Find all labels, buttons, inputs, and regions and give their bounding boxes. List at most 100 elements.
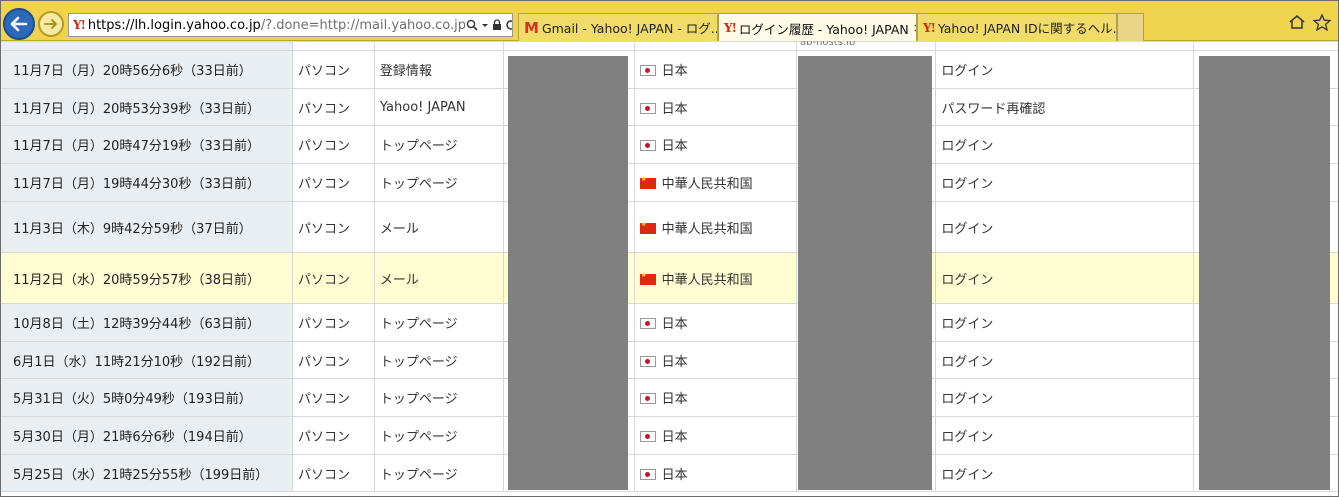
country: 日本: [633, 303, 797, 342]
country: 中華人民共和国: [633, 201, 797, 253]
login-action: ログイン: [935, 50, 1195, 89]
service-name: トップページ: [373, 454, 504, 492]
login-action: ログイン: [935, 303, 1195, 342]
service-name: メール: [373, 201, 504, 253]
url-path: /?.done=http://mail.yahoo.co.jp: [260, 17, 466, 33]
device-type: パソコン: [291, 454, 375, 492]
table-row: 10月8日（土）12時39分44秒（63日前） パソコン トップページ 日本 ログイン: [0, 303, 1339, 342]
table-cell: [373, 41, 504, 51]
lock-icon[interactable]: [492, 19, 502, 31]
country-name: 日本: [661, 101, 688, 117]
search-icon[interactable]: [466, 19, 478, 31]
country-name: 日本: [661, 430, 688, 445]
country-name: 日本: [661, 354, 688, 370]
table-cell: [1193, 41, 1339, 51]
country-name: 日本: [661, 392, 688, 407]
login-date: 11月7日（月）20時53分39秒（33日前）: [0, 88, 293, 126]
flag-cn-icon: [639, 220, 656, 234]
login-history-table: 11月7日（月）20時56分6秒（33日前） パソコン 登録情報 日本 ログイン 11月7…: [0, 41, 1339, 492]
flag-jp-icon: [639, 468, 656, 480]
login-action: ログイン: [935, 378, 1195, 417]
home-icon[interactable]: [1288, 14, 1306, 35]
table-row: 5月25日（水）21時25分55秒（199日前） パソコン トップページ 日本 ログイン: [0, 454, 1339, 492]
country: 日本: [633, 50, 797, 89]
chevron-down-icon[interactable]: [481, 19, 489, 31]
country-name: 日本: [661, 467, 688, 483]
flag-jp-icon: [639, 65, 656, 76]
service-name: Yahoo! JAPAN: [373, 88, 504, 126]
table-row: 5月30日（月）21時6分6秒（194日前） パソコン トップページ 日本 ログイン: [0, 416, 1339, 455]
address-bar[interactable]: Y! https://lh.login.yahoo.co.jp/?.done=h…: [68, 13, 513, 37]
redacted-ip-block: [508, 56, 628, 490]
device-type: パソコン: [291, 252, 375, 304]
device-type: パソコン: [291, 163, 375, 202]
flag-jp-icon: [639, 140, 656, 151]
table-row: 11月7日（月）19時44分30秒（33日前）パソコントップページ 中華人民共和国…: [0, 163, 1339, 202]
flag-jp-icon: [639, 355, 656, 367]
device-type: パソコン: [291, 416, 375, 455]
flag-jp-icon: [639, 318, 656, 329]
flag-jp-icon: [639, 393, 656, 404]
flag-jp-icon: [639, 431, 656, 442]
country: 日本: [633, 125, 797, 164]
table-row: 11月7日（月）20時56分6秒（33日前） パソコン 登録情報 日本 ログイン: [0, 50, 1339, 89]
table-row: 11月7日（月）20時53分39秒（33日前） パソコン Yahoo! JAPAN 日…: [0, 88, 1339, 126]
login-action: ログイン: [935, 201, 1195, 253]
table-row: [0, 41, 1339, 51]
login-history-page: 11月7日（月）20時56分6秒（33日前） パソコン 登録情報 日本 ログイン 11月7…: [0, 41, 1339, 497]
service-name: トップページ: [373, 303, 504, 342]
service-name: トップページ: [373, 125, 504, 164]
back-button[interactable]: [3, 8, 35, 40]
table-row: 11月7日（月）20時47分19秒（33日前） パソコン トップページ 日本 ログイン: [0, 125, 1339, 164]
address-tools: [466, 19, 513, 31]
yahoo-icon: Y!: [923, 20, 936, 35]
table-cell: [633, 41, 797, 51]
tab-title: Gmail - Yahoo! JAPAN - ログ...: [541, 21, 718, 36]
tab-login-history[interactable]: Y! ログイン履歴 - Yahoo! JAPAN ×: [718, 13, 917, 42]
flag-cn-icon: [639, 175, 656, 189]
yahoo-icon: Y!: [724, 21, 737, 35]
country-name: 中華人民共和国: [661, 221, 753, 237]
login-date: 11月2日（水）20時59分57秒（38日前）: [0, 252, 293, 304]
table-row: 6月1日（水）11時21分10秒（192日前） パソコン トップページ 日本 ログイン: [0, 341, 1339, 379]
yahoo-favicon-icon: Y!: [73, 18, 86, 32]
login-date: 5月30日（月）21時6分6秒（194日前）: [0, 416, 293, 455]
service-name: トップページ: [373, 341, 504, 379]
close-icon[interactable]: ×: [909, 21, 916, 35]
redacted-browser-block: [1199, 56, 1330, 490]
device-type: パソコン: [291, 201, 375, 253]
url-host: https://lh.login.yahoo.co.jp: [87, 17, 261, 33]
login-action: ログイン: [935, 416, 1195, 455]
redacted-host-block: [798, 56, 932, 490]
browser-toolbar: Y! https://lh.login.yahoo.co.jp/?.done=h…: [0, 0, 1339, 42]
login-date: 10月8日（土）12時39分44秒（63日前）: [0, 303, 293, 342]
service-name: 登録情報: [373, 50, 504, 89]
country-name: 中華人民共和国: [661, 272, 753, 288]
table-cell: [935, 41, 1195, 51]
service-name: トップページ: [373, 163, 504, 202]
tab-title: ログイン履歴 - Yahoo! JAPAN: [738, 21, 909, 37]
login-date: 11月7日（月）20時47分19秒（33日前）: [0, 125, 293, 164]
tab-yahoo-help[interactable]: Y! Yahoo! JAPAN IDに関するヘル...: [917, 13, 1117, 41]
country-name: 日本: [661, 64, 688, 79]
tab-gmail[interactable]: M Gmail - Yahoo! JAPAN - ログ...: [518, 13, 718, 41]
arrow-left-icon: [10, 16, 28, 32]
country: 日本: [633, 416, 797, 455]
login-date: 11月7日（月）20時56分6秒（33日前）: [0, 50, 293, 89]
table-cell: [291, 41, 375, 51]
star-icon[interactable]: [1312, 13, 1332, 36]
login-action: ログイン: [935, 163, 1195, 202]
table-row: 11月2日（水）20時59分57秒（38日前）パソコンメール 中華人民共和国 ログイ…: [0, 252, 1339, 304]
login-action: ログイン: [935, 252, 1195, 304]
country: 日本: [633, 378, 797, 417]
forward-button[interactable]: [38, 11, 64, 37]
country-name: 日本: [661, 317, 688, 332]
country: 中華人民共和国: [633, 163, 797, 202]
gmail-icon: M: [524, 18, 539, 37]
country: 日本: [633, 341, 797, 379]
table-row: 11月3日（木）9時42分59秒（37日前）パソコンメール 中華人民共和国 ログイン: [0, 201, 1339, 253]
refresh-icon[interactable]: [505, 19, 513, 31]
device-type: パソコン: [291, 125, 375, 164]
device-type: パソコン: [291, 378, 375, 417]
new-tab-button[interactable]: [1117, 13, 1144, 41]
